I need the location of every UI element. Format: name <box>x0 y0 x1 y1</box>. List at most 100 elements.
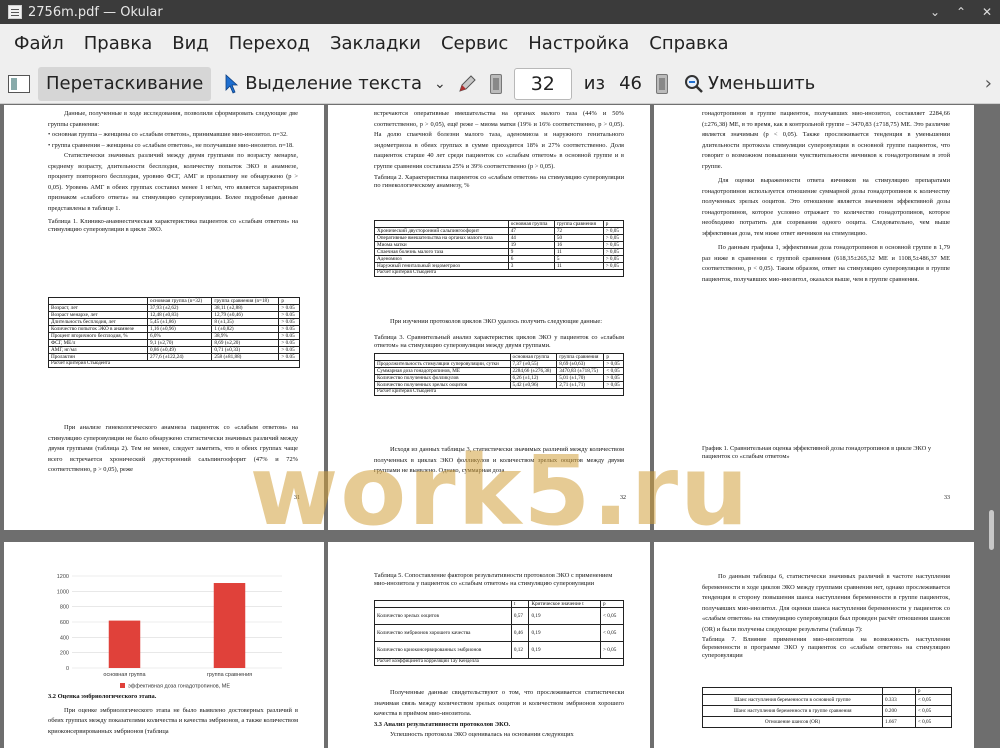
table-row: Возраст менархе, лет 12,48 (±0,83) 12,79 (… <box>48 311 300 319</box>
y-tick-label: 0 <box>66 666 69 672</box>
table-row: Длительность бесплодия, лет 5,45 (±1,86) 8… <box>48 318 300 326</box>
page-number-input[interactable]: 32 <box>513 67 572 100</box>
table-row: Миома матки 19 16 > 0,05 <box>374 241 625 249</box>
menu-view[interactable]: Вид <box>162 24 219 64</box>
paragraph: При анализе гинекологического анамнеза п… <box>48 424 298 473</box>
paragraph: Полученные данные свидетельствуют о том,… <box>374 689 624 717</box>
table-row: Количество зрелых ооцитов 0,57 0,19 < 0,05 <box>374 607 624 625</box>
table-row: Количество полученных фолликулов 6,26 (±1… <box>374 374 624 382</box>
table-note: Расчет коэффициента корреляции Тау Кенде… <box>374 658 624 666</box>
paragraph: Успешность протокола ЭКО оценивалась на … <box>390 731 574 738</box>
paragraph: При изучении протоколов циклов ЭКО удало… <box>390 318 603 325</box>
menu-file[interactable]: Файл <box>4 24 74 64</box>
table-7: p Шанс наступления беременности в основн… <box>702 687 953 728</box>
text-selection-tool-button[interactable]: Выделение текста <box>225 73 422 94</box>
bar <box>213 583 246 668</box>
text-selection-label: Выделение текста <box>245 73 423 94</box>
page-33: гонадотропинов в группе пациенток, получ… <box>654 105 974 530</box>
scrollbar-handle[interactable] <box>989 510 994 550</box>
table-2: основная группа группа сравнения p Хрониче… <box>374 220 625 277</box>
table-row: Пролактин 277,6 (±122,24) 258 (±81,88) > 0.… <box>48 353 300 361</box>
bar <box>108 620 141 668</box>
table-caption: Таблица 5. Сопоставление факторов резуль… <box>374 572 613 588</box>
menu-edit[interactable]: Правка <box>74 24 163 64</box>
table-row: Шанс наступления беременности в группе с… <box>702 705 953 717</box>
page-31: Данные, полученные в ходе исследования, … <box>4 105 324 530</box>
page-36: По данным таблицы 6, статистически значи… <box>654 542 974 748</box>
table-1: основная группа (n=32) группа сравнения … <box>48 297 300 368</box>
of-label: из <box>583 73 606 94</box>
y-tick-label: 200 <box>60 651 69 657</box>
page-number: 31 <box>294 495 300 501</box>
x-tick-label: группа сравнения <box>207 672 252 678</box>
vertical-scrollbar[interactable] <box>982 105 1000 748</box>
table-note: Расчет критерия Стьюдента <box>48 360 300 368</box>
table-note: Расчет критерия Стьюдента <box>374 269 624 277</box>
next-page-icon[interactable] <box>655 73 668 94</box>
paragraph: При оценке эмбриологического этапа не бы… <box>48 706 298 735</box>
y-tick-label: 400 <box>60 635 69 641</box>
table-row: АМГ, нг/мл 0,86 (±0,49) 0,71 (±0,33) > 0.05 <box>48 346 300 354</box>
page-35: Таблица 5. Сопоставление факторов резуль… <box>328 542 650 748</box>
legend-label: эффективная доза гонадотропинов, МЕ <box>128 684 230 690</box>
table-row: Аденомиоз 6 5 > 0,05 <box>374 255 625 263</box>
graph-caption: График 1. Сравнительная оценка эффективн… <box>702 445 932 461</box>
section-heading: 3.2 Оценка эмбриологического этапа. <box>48 693 157 700</box>
close-button[interactable]: ✕ <box>974 5 1000 19</box>
paragraph: встречаются оперативные вмешательства на… <box>374 110 624 170</box>
cursor-icon <box>225 73 239 94</box>
table-row: Процент вторичного бесплодия, % 6,0% 38,9%… <box>48 332 300 340</box>
menu-bar: Файл Правка Вид Переход Закладки Сервис … <box>0 24 1000 64</box>
paragraph: Для оценки выраженности ответа яичников … <box>702 177 950 237</box>
menu-settings[interactable]: Настройка <box>518 24 639 64</box>
table-row: Спаечная болезнь малого таза 9 11 > 0,05 <box>374 248 625 256</box>
zoom-out-button[interactable]: Уменьшить <box>684 73 815 94</box>
page-32: встречаются оперативные вмешательства на… <box>328 105 650 530</box>
annotate-pen-icon[interactable] <box>456 73 478 95</box>
title-bar: 2756m.pdf — Okular ⌄ ⌃ ✕ <box>0 0 1000 24</box>
page-number: 33 <box>944 495 950 501</box>
y-tick-label: 1000 <box>57 589 69 595</box>
table-row: Количество эмбрионов хорошего качества 0,… <box>374 624 624 642</box>
bar-chart: 1200 1000 800 600 400 200 0 основная группа груп… <box>57 574 282 690</box>
chevron-right-icon[interactable]: › <box>985 73 992 94</box>
table-row: ФСГ, МЕ/л 9,1 (±2,70) 8,69 (±2,20) > 0.05 <box>48 339 300 347</box>
legend-swatch <box>120 683 125 688</box>
paragraph: гонадотропинов в группе пациенток, получ… <box>702 110 950 170</box>
menu-tools[interactable]: Сервис <box>431 24 518 64</box>
menu-bookmarks[interactable]: Закладки <box>320 24 431 64</box>
total-pages-label: 46 <box>619 73 642 94</box>
list-item: • основная группа – женщины со «слабым о… <box>48 131 288 138</box>
sidebar-toggle-icon[interactable] <box>8 74 30 93</box>
table-row: Возраст, лет 37,93 (±2,62) 38,11 (±2,88) > … <box>48 304 300 312</box>
zoom-out-label: Уменьшить <box>707 73 816 94</box>
paragraph: По данным таблицы 6, статистически значи… <box>702 573 950 633</box>
table-caption: Таблица 7. Влияние применения мио-инозит… <box>702 636 950 660</box>
chevron-down-icon[interactable]: ⌄ <box>434 76 446 92</box>
menu-go[interactable]: Переход <box>219 24 320 64</box>
list-item: • группа сравнения – женщины со «слабым … <box>48 141 294 149</box>
browse-tool-button[interactable]: Перетаскивание <box>38 66 212 101</box>
document-viewport[interactable]: Данные, полученные в ходе исследования, … <box>0 105 1000 748</box>
y-tick-label: 1200 <box>57 574 69 580</box>
page-number: 32 <box>620 495 626 501</box>
menu-help[interactable]: Справка <box>639 24 738 64</box>
window-title: 2756m.pdf — Okular <box>28 4 163 20</box>
table-row: Шанс наступления беременности в основной… <box>702 694 953 706</box>
previous-page-icon[interactable] <box>489 73 502 94</box>
table-row: Количество криоконсервированных эмбрионо… <box>374 641 624 659</box>
y-tick-label: 600 <box>60 620 69 626</box>
table-row: Наружный генитальный эндометриоз 3 11 > 0,0… <box>374 262 625 270</box>
table-row: Суммарная доза гонадотропинов, МЕ 2284,66… <box>374 367 624 375</box>
table-row: Отношение шансов (OR) 1.667 < 0,05 <box>702 716 953 728</box>
section-heading: 3.3 Анализ результативности протоколов Э… <box>374 720 511 728</box>
table-row: Продолжительность стимуляции суперовуляц… <box>374 360 624 368</box>
table-row: Хронический двусторонний сальпингоофорит… <box>374 227 625 235</box>
table-row: Количество полученных зрелых ооцитов 5,42… <box>374 381 624 389</box>
table-row: Количество попыток ЭКО в анамнезе 1,16 (±… <box>48 325 300 333</box>
maximize-button[interactable]: ⌃ <box>948 5 974 19</box>
main-toolbar: Перетаскивание Выделение текста ⌄ 32 из … <box>0 64 1000 104</box>
paragraph: Исходя из данных таблицы 3, статистическ… <box>374 446 624 474</box>
okular-app-icon <box>8 5 22 19</box>
minimize-button[interactable]: ⌄ <box>922 5 948 19</box>
